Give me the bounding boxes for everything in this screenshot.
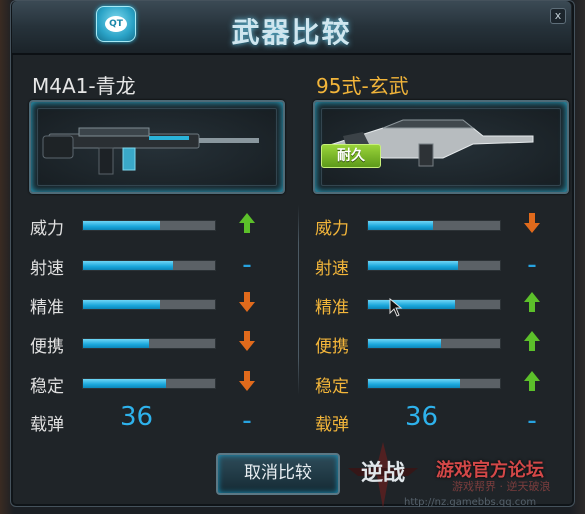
stat-row-accuracy: 精准 — [315, 291, 555, 318]
stat-bar — [82, 378, 216, 389]
stat-row-stability: 稳定 — [315, 370, 555, 397]
stat-row-ammo: 载弹 36 – — [30, 402, 270, 435]
m4a1-rifle-icon — [42, 127, 259, 175]
qt-logo-label: QT — [105, 16, 127, 32]
qt-logo-icon: QT — [96, 6, 136, 42]
stat-bar — [367, 260, 501, 271]
arrow-up-icon — [524, 371, 540, 391]
right-weapon-card: 耐久 — [313, 100, 569, 194]
durability-badge: 耐久 — [321, 144, 381, 168]
ammo-value: 36 — [120, 402, 154, 432]
stat-label: 载弹 — [30, 415, 64, 435]
stat-row-rate: 射速 – — [30, 252, 270, 279]
stat-label: 载弹 — [315, 415, 349, 435]
stat-label: 稳定 — [30, 377, 64, 397]
stat-label: 精准 — [30, 298, 64, 318]
stat-bar — [367, 299, 501, 310]
column-divider — [298, 205, 299, 395]
no-change-icon: – — [527, 255, 537, 276]
no-change-icon: – — [242, 411, 252, 432]
forum-url: http://nz.gamebbs.qq.com — [404, 497, 537, 508]
forum-subtitle: 游戏帮界 · 逆天破浪 — [452, 480, 551, 493]
stat-label: 稳定 — [315, 377, 349, 397]
stat-row-portability: 便携 — [30, 330, 270, 357]
stat-row-rate: 射速 – — [315, 252, 555, 279]
stat-row-power: 威力 — [30, 212, 270, 239]
stat-label: 威力 — [30, 219, 64, 239]
stat-bar — [82, 338, 216, 349]
stat-bar — [367, 338, 501, 349]
stat-bar — [82, 299, 216, 310]
right-weapon-name: 95式-玄武 — [316, 74, 409, 98]
no-change-icon: – — [242, 255, 252, 276]
arrow-up-icon — [524, 292, 540, 312]
stat-bar — [367, 378, 501, 389]
cancel-compare-button[interactable]: 取消比较 — [216, 453, 340, 495]
stat-bar — [82, 260, 216, 271]
arrow-down-icon — [524, 213, 540, 233]
stat-label: 威力 — [315, 219, 349, 239]
ammo-value: 36 — [405, 402, 439, 432]
stat-bar — [367, 220, 501, 231]
left-weapon-name: M4A1-青龙 — [32, 74, 136, 98]
stat-label: 便携 — [315, 337, 349, 357]
close-icon[interactable]: x — [550, 8, 566, 24]
no-change-icon: – — [527, 411, 537, 432]
stat-row-portability: 便携 — [315, 330, 555, 357]
stat-label: 精准 — [315, 298, 349, 318]
brand-logo-text: 逆战 — [361, 460, 405, 486]
arrow-down-icon — [239, 292, 255, 312]
stat-label: 射速 — [30, 259, 64, 279]
stat-label: 便携 — [30, 337, 64, 357]
arrow-up-icon — [239, 213, 255, 233]
stat-row-ammo: 载弹 36 – — [315, 402, 555, 435]
arrow-down-icon — [239, 371, 255, 391]
mouse-cursor-icon — [389, 298, 403, 317]
stat-row-accuracy: 精准 — [30, 291, 270, 318]
stat-bar — [82, 220, 216, 231]
stat-row-stability: 稳定 — [30, 370, 270, 397]
stat-label: 射速 — [315, 259, 349, 279]
arrow-up-icon — [524, 331, 540, 351]
arrow-down-icon — [239, 331, 255, 351]
left-weapon-card — [29, 100, 285, 194]
stat-row-power: 威力 — [315, 212, 555, 239]
